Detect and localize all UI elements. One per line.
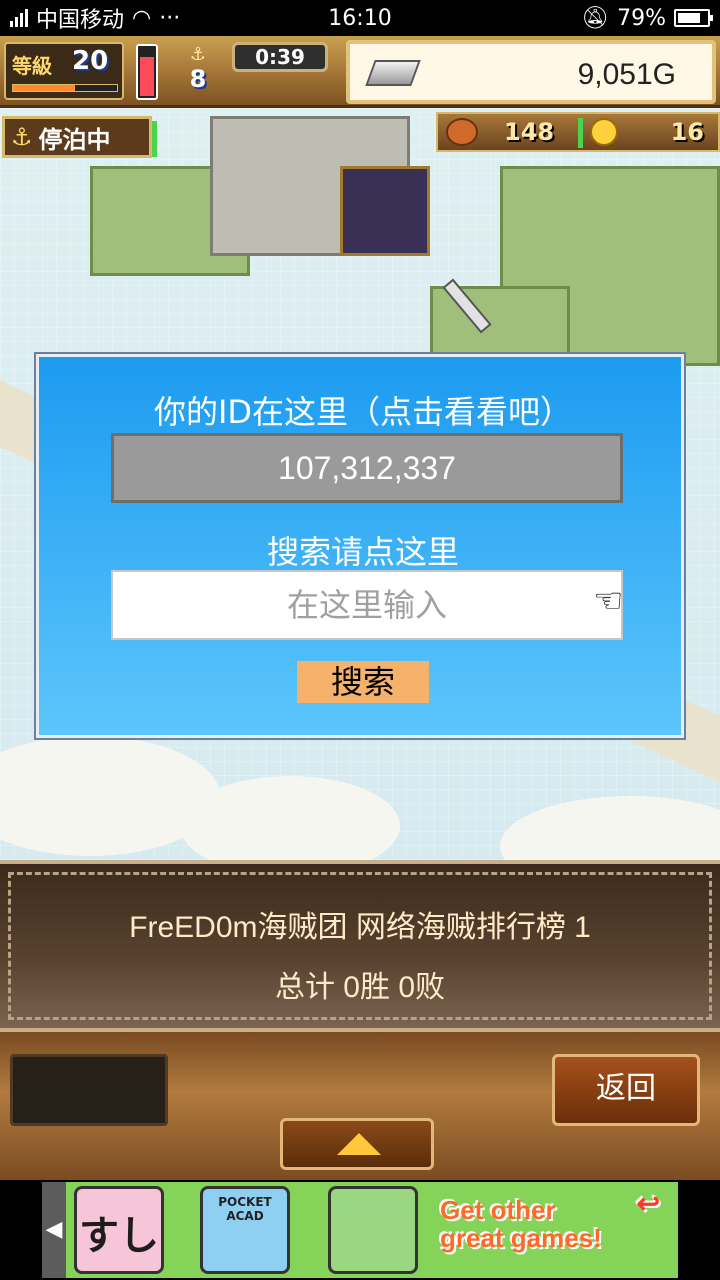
wifi-icon: ◠ bbox=[132, 5, 152, 31]
id-search-dialog: 你的ID在这里（点击看看吧） 107,312,337 搜索请点这里 在这里输入 … bbox=[34, 352, 687, 740]
crew-icon: ⚓︎ bbox=[189, 44, 207, 65]
food-icon bbox=[446, 118, 478, 146]
resource-bar: 148 16 bbox=[436, 112, 720, 152]
arrow-up-icon bbox=[337, 1133, 381, 1155]
ad-app-pocket-acad[interactable]: POCKET ACAD bbox=[200, 1186, 290, 1274]
empty-slot bbox=[10, 1054, 168, 1126]
mute-icon: 🔕︎ bbox=[581, 5, 610, 31]
player-id-box[interactable]: 107,312,337 bbox=[111, 433, 623, 503]
status-bar: 中国移动 ◠ ··· 16:10 🔕︎ 79% bbox=[0, 0, 720, 36]
ad-cta-line2: great games! bbox=[440, 1223, 602, 1253]
resource-separator bbox=[578, 118, 583, 148]
crew-ranking-line: FreED0m海贼团 网络海贼排行榜 1 bbox=[129, 911, 591, 944]
expand-menu-button[interactable] bbox=[280, 1118, 434, 1170]
coin-count: 16 bbox=[670, 118, 704, 146]
exp-bar bbox=[12, 84, 118, 92]
food-count: 148 bbox=[504, 118, 555, 146]
battery-percent: 79% bbox=[617, 5, 666, 31]
silver-bar-icon bbox=[365, 60, 421, 86]
level-label: 等級 bbox=[12, 54, 52, 78]
ad-app-sushi-label: すし bbox=[79, 1213, 159, 1259]
chevron-left-icon[interactable]: ◀ bbox=[42, 1182, 66, 1278]
ad-cta[interactable]: Get other great games! ↩ bbox=[440, 1190, 670, 1253]
search-button[interactable]: 搜索 bbox=[297, 661, 429, 703]
ad-cta-line1: Get other bbox=[440, 1195, 556, 1225]
map-cloud bbox=[500, 796, 720, 860]
ad-app-sushi[interactable]: すし bbox=[74, 1186, 164, 1274]
level-badge: 等級 20 bbox=[4, 42, 124, 100]
win-loss-line: 总计 0胜 0败 bbox=[274, 971, 446, 1004]
search-label: 搜索请点这里 bbox=[266, 533, 459, 571]
coin-icon bbox=[590, 118, 618, 146]
search-input[interactable]: 在这里输入 bbox=[111, 570, 623, 640]
ad-app-kingdom[interactable] bbox=[328, 1186, 418, 1274]
docked-indicator bbox=[152, 121, 157, 157]
carrier-name: 中国移动 bbox=[36, 8, 125, 33]
docked-label: 停泊中 bbox=[38, 125, 111, 154]
energy-gauge bbox=[136, 44, 158, 100]
return-arrow-icon: ↩ bbox=[636, 1188, 660, 1219]
docked-status[interactable]: ⚓︎ 停泊中 bbox=[2, 116, 157, 158]
ship-icon[interactable] bbox=[340, 166, 430, 256]
pointing-hand-icon: ☜ bbox=[593, 581, 624, 621]
battery-icon bbox=[674, 9, 713, 27]
anchor-icon: ⚓︎ bbox=[11, 123, 33, 151]
crew-counter: ⚓︎ 8 bbox=[168, 44, 228, 100]
ad-app-pocket-acad-label: POCKET ACAD bbox=[218, 1195, 272, 1223]
back-button[interactable]: 返回 bbox=[552, 1054, 700, 1126]
id-title[interactable]: 你的ID在这里（点击看看吧） bbox=[39, 387, 687, 433]
more-icon: ··· bbox=[159, 5, 181, 31]
ad-banner[interactable]: ◀ すし POCKET ACAD Get other great games! … bbox=[0, 1180, 720, 1280]
level-value: 20 bbox=[72, 46, 109, 76]
timer: 0:39 bbox=[232, 42, 328, 72]
signal-icon bbox=[10, 9, 28, 27]
money-display: 9,051G bbox=[346, 40, 716, 104]
bottom-controls: 返回 bbox=[0, 1032, 720, 1182]
top-hud: 等級 20 ⚓︎ 8 0:39 9,051G bbox=[0, 36, 720, 108]
money-value: 9,051G bbox=[577, 58, 676, 91]
ranking-info-panel: FreED0m海贼团 网络海贼排行榜 1 总计 0胜 0败 bbox=[0, 860, 720, 1032]
crew-count: 8 bbox=[189, 65, 207, 93]
